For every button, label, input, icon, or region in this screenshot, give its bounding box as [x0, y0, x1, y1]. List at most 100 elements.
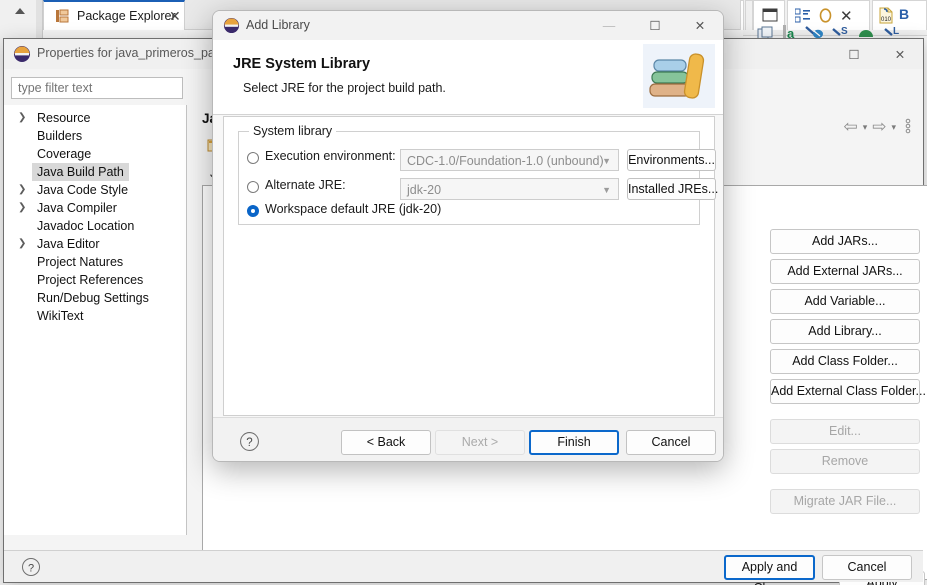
- navigation-controls: ⇦ ▾ ⇨ ▾: [843, 117, 911, 137]
- dialog-close-button[interactable]: ✕: [677, 11, 723, 40]
- apply-and-close-button[interactable]: Apply and Close: [724, 555, 815, 585]
- binary-file-icon: 010: [878, 7, 894, 27]
- eclipse-icon: [13, 45, 31, 63]
- scroll-up-arrow-icon[interactable]: [15, 8, 25, 14]
- tree-item-label: Resource: [37, 111, 91, 125]
- tree-item-java-build-path[interactable]: Java Build Path: [4, 163, 186, 181]
- workspace-default-jre-label: Workspace default JRE (jdk-20): [265, 202, 442, 216]
- tree-item-label: Project Natures: [37, 255, 124, 269]
- classpath-button-column: Add JARs... Add External JARs... Add Var…: [770, 229, 926, 519]
- alternate-jre-value: jdk-20: [407, 183, 442, 197]
- tree-item-java-editor[interactable]: ❯ Java Editor: [4, 235, 186, 253]
- tree-item-java-code-style[interactable]: ❯ Java Code Style: [4, 181, 186, 199]
- tree-item-coverage[interactable]: Coverage: [4, 145, 186, 163]
- cancel-button[interactable]: Cancel: [822, 555, 912, 580]
- dialog-subheading: Select JRE for the project build path.: [243, 81, 446, 95]
- tree-item-java-compiler[interactable]: ❯ Java Compiler: [4, 199, 186, 217]
- tree-item-label: Java Build Path: [32, 163, 129, 181]
- chevron-down-icon[interactable]: ▼: [602, 157, 611, 166]
- svg-text:L: L: [893, 26, 899, 37]
- maximize-button[interactable]: ☐: [632, 11, 678, 40]
- books-icon: [643, 44, 715, 108]
- tree-item-label: Run/Debug Settings: [37, 291, 149, 305]
- screen: Package Explorer ✕ ✕ 010 B a S L Propert…: [0, 0, 927, 585]
- add-variable-button[interactable]: Add Variable...: [770, 289, 920, 314]
- help-icon[interactable]: ?: [21, 557, 41, 577]
- nav-back-menu-icon[interactable]: ▾: [863, 122, 868, 133]
- edit-button[interactable]: Edit...: [770, 419, 920, 444]
- next-button[interactable]: Next >: [435, 430, 525, 455]
- remove-button[interactable]: Remove: [770, 449, 920, 474]
- installed-jres-button[interactable]: Installed JREs...: [627, 178, 718, 200]
- alternate-jre-combo[interactable]: jdk-20 ▼: [400, 178, 619, 200]
- tree-item-project-references[interactable]: Project References: [4, 271, 186, 289]
- tab-package-explorer[interactable]: Package Explorer ✕: [43, 0, 185, 30]
- add-external-jars-button[interactable]: Add External JARs...: [770, 259, 920, 284]
- tree-item-builders[interactable]: Builders: [4, 127, 186, 145]
- tab-package-explorer-label: Package Explorer: [77, 9, 176, 23]
- letter-b-icon: B: [899, 6, 910, 22]
- circle-icon: [818, 8, 833, 26]
- eclipse-icon: [223, 17, 240, 34]
- migrate-jar-file-button[interactable]: Migrate JAR File...: [770, 489, 920, 514]
- execution-environment-combo[interactable]: CDC-1.0/Foundation-1.0 (unbound) ▼: [400, 149, 619, 171]
- editor-tab-panel-b[interactable]: ✕: [787, 0, 870, 30]
- editor-tab-left-sliver[interactable]: [740, 0, 744, 30]
- chevron-right-icon[interactable]: ❯: [18, 181, 28, 199]
- system-library-group: System library Execution environment: CD…: [238, 124, 718, 225]
- nav-forward-menu-icon[interactable]: ▾: [891, 122, 896, 133]
- tree-item-resource[interactable]: ❯ Resource: [4, 109, 186, 127]
- close-x-icon[interactable]: ✕: [840, 7, 853, 25]
- finish-button[interactable]: Finish: [529, 430, 619, 455]
- group-legend: System library: [249, 124, 337, 138]
- dialog-cancel-button[interactable]: Cancel: [626, 430, 716, 455]
- dialog-title-bar[interactable]: Add Library — ☐ ✕: [213, 11, 723, 40]
- execution-environment-value: CDC-1.0/Foundation-1.0 (unbound): [407, 154, 604, 168]
- chevron-right-icon[interactable]: ❯: [18, 109, 28, 127]
- help-icon[interactable]: ?: [239, 431, 260, 452]
- chevron-right-icon[interactable]: ❯: [18, 235, 28, 253]
- nav-forward-icon[interactable]: ⇨: [872, 117, 886, 137]
- dialog-banner: JRE System Library Select JRE for the pr…: [213, 40, 723, 115]
- nav-back-icon[interactable]: ⇦: [843, 117, 857, 137]
- alternate-jre-label: Alternate JRE:: [265, 178, 346, 192]
- tree-item-label: Java Compiler: [37, 201, 117, 215]
- add-class-folder-button[interactable]: Add Class Folder...: [770, 349, 920, 374]
- chevron-down-icon[interactable]: ▼: [602, 186, 611, 195]
- maximize-button[interactable]: ☐: [831, 39, 877, 69]
- properties-footer: ? Apply and Close Cancel: [4, 550, 923, 585]
- svg-text:010: 010: [881, 17, 892, 23]
- svg-text:?: ?: [28, 563, 34, 575]
- close-icon[interactable]: ✕: [169, 9, 181, 23]
- properties-title-label: Properties for java_primeros_pasos: [37, 46, 235, 60]
- close-button[interactable]: ✕: [877, 39, 923, 69]
- tree-item-run-debug-settings[interactable]: Run/Debug Settings: [4, 289, 186, 307]
- editor-tab-partial[interactable]: [745, 0, 753, 30]
- window-icon: [762, 8, 778, 25]
- dialog-content: System library Execution environment: CD…: [223, 116, 718, 416]
- add-external-class-folder-button[interactable]: Add External Class Folder...: [770, 379, 926, 404]
- chevron-right-icon[interactable]: ❯: [18, 199, 28, 217]
- back-button[interactable]: < Back: [341, 430, 431, 455]
- tree-item-label: Coverage: [37, 147, 92, 161]
- filter-input[interactable]: [11, 77, 183, 99]
- menu-dots-icon[interactable]: [905, 118, 911, 137]
- svg-text:S: S: [841, 26, 848, 37]
- add-library-button[interactable]: Add Library...: [770, 319, 920, 344]
- radio-workspace-default-jre[interactable]: [247, 205, 259, 217]
- add-jars-button[interactable]: Add JARs...: [770, 229, 920, 254]
- radio-alternate-jre[interactable]: [247, 181, 259, 193]
- svg-text:?: ?: [246, 437, 252, 449]
- dialog-title-label: Add Library: [246, 18, 310, 32]
- tree-item-label: WikiText: [37, 309, 84, 323]
- tree-item-javadoc-location[interactable]: Javadoc Location: [4, 217, 186, 235]
- radio-execution-environment[interactable]: [247, 152, 259, 164]
- tree-item-label: Java Editor: [37, 237, 100, 251]
- minimize-button: —: [602, 18, 616, 33]
- settings-tree[interactable]: ❯ Resource Builders Coverage Java Build …: [4, 105, 187, 535]
- tree-item-wikitext[interactable]: WikiText: [4, 307, 186, 325]
- environments-button[interactable]: Environments...: [627, 149, 716, 171]
- tree-item-project-natures[interactable]: Project Natures: [4, 253, 186, 271]
- tree-item-label: Javadoc Location: [37, 219, 135, 233]
- tree-item-label: Java Code Style: [37, 183, 129, 197]
